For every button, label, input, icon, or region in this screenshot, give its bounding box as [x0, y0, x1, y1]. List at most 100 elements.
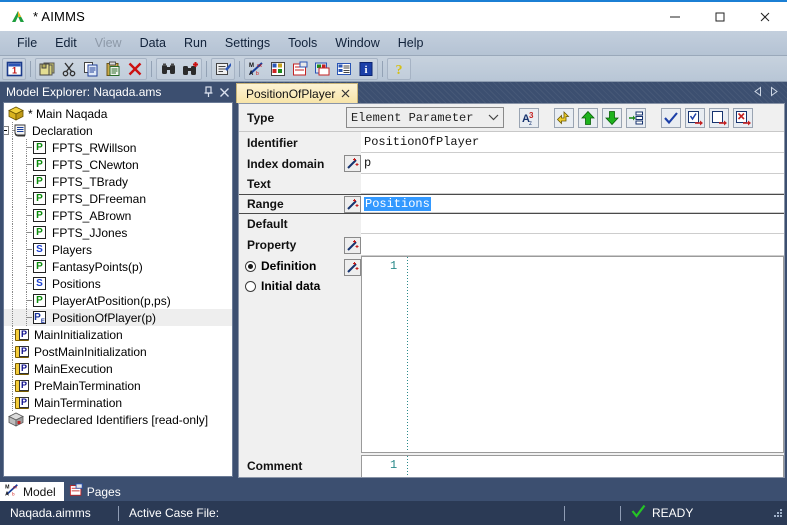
- tree-node[interactable]: S Positions: [4, 275, 232, 292]
- menu-file[interactable]: File: [8, 33, 46, 53]
- default-input[interactable]: [361, 214, 784, 234]
- tab-pages[interactable]: Pages: [64, 482, 129, 501]
- tree-node[interactable]: P FPTS_TBrady: [4, 173, 232, 190]
- insert-node-icon[interactable]: [626, 107, 646, 128]
- check-blue-icon[interactable]: [661, 107, 681, 128]
- attribute-form: Type Element Parameter A 3 z Identifier …: [238, 103, 785, 478]
- model-axes-icon[interactable]: M A cx b: [245, 59, 267, 79]
- tree-node[interactable]: P FantasyPoints(p): [4, 258, 232, 275]
- toolbar-separator: [239, 60, 240, 77]
- tree-indent: [4, 309, 32, 326]
- menu-tools[interactable]: Tools: [279, 33, 326, 53]
- toolbar-separator: [151, 60, 152, 77]
- page-manager-icon[interactable]: [289, 59, 311, 79]
- scissors-icon[interactable]: [58, 59, 80, 79]
- tree-node[interactable]: P PlayerAtPosition(p,ps): [4, 292, 232, 309]
- menu-window[interactable]: Window: [326, 33, 388, 53]
- close-icon[interactable]: [341, 87, 350, 101]
- tree-node[interactable]: MainExecution: [4, 360, 232, 377]
- template-manager-icon[interactable]: [311, 59, 333, 79]
- index-domain-wizard-button[interactable]: [344, 155, 361, 172]
- tree-indent: [4, 326, 17, 343]
- tree-indent: [4, 190, 32, 207]
- arrow-down-green-icon[interactable]: [602, 107, 622, 128]
- radio-definition[interactable]: Definition: [245, 256, 344, 276]
- triangle-right-icon[interactable]: [768, 86, 779, 100]
- parameter-p-icon: P: [32, 157, 48, 173]
- document-tab-positionofplayer[interactable]: PositionOfPlayer: [236, 83, 359, 103]
- model-tree[interactable]: * Main Naqada Declaration P FPTS_RWillson P F…: [3, 102, 233, 477]
- tree-node[interactable]: S Players: [4, 241, 232, 258]
- attribute-row-default: Default: [239, 214, 784, 234]
- tree-node[interactable]: Declaration: [4, 122, 232, 139]
- page-pen-icon[interactable]: [212, 59, 234, 79]
- tree-node[interactable]: P FPTS_ABrown: [4, 207, 232, 224]
- tree-node-label: PlayerAtPosition(p,ps): [52, 293, 171, 308]
- text-input[interactable]: [361, 174, 784, 194]
- copy-icon[interactable]: [80, 59, 102, 79]
- identifier-grid-icon[interactable]: [267, 59, 289, 79]
- menu-edit[interactable]: Edit: [46, 33, 86, 53]
- maximize-button[interactable]: [697, 2, 742, 31]
- tab-model[interactable]: M A cx b Model: [0, 482, 64, 501]
- definition-code-editor[interactable]: 1: [361, 256, 784, 453]
- question-help-icon[interactable]: ?: [388, 59, 410, 79]
- tree-node[interactable]: P FPTS_DFreeman: [4, 190, 232, 207]
- binoculars-plus-icon[interactable]: [179, 59, 201, 79]
- arrow-up-left-yellow-icon[interactable]: [554, 107, 574, 128]
- minimize-button[interactable]: [652, 2, 697, 31]
- page-export-icon[interactable]: [709, 107, 729, 128]
- svg-text:A: A: [5, 491, 9, 497]
- resize-grip-icon[interactable]: [772, 507, 784, 519]
- property-wizard-button[interactable]: [344, 236, 361, 254]
- menu-help[interactable]: Help: [389, 33, 433, 53]
- tree-node-label: PreMainTermination: [34, 378, 141, 393]
- menu-data[interactable]: Data: [131, 33, 175, 53]
- grey-box-icon: [8, 412, 24, 428]
- tree-node[interactable]: PostMainInitialization: [4, 343, 232, 360]
- status-bar: Naqada.aimms Active Case File: READY: [0, 501, 787, 525]
- tree-node[interactable]: * Main Naqada: [4, 105, 232, 122]
- tree-node[interactable]: Predeclared Identifiers [read-only]: [4, 411, 232, 428]
- cancel-export-icon[interactable]: [733, 107, 753, 128]
- property-input[interactable]: [361, 234, 784, 256]
- binoculars-icon[interactable]: [157, 59, 179, 79]
- arrow-up-green-icon[interactable]: [578, 107, 598, 128]
- type-dropdown[interactable]: Element Parameter: [346, 107, 504, 128]
- menu-run[interactable]: Run: [175, 33, 216, 53]
- tree-node[interactable]: PE PositionOfPlayer(p): [4, 309, 232, 326]
- tree-node[interactable]: MainInitialization: [4, 326, 232, 343]
- red-x-icon[interactable]: [124, 59, 146, 79]
- definition-wizard-button[interactable]: [344, 259, 361, 276]
- tree-expander-collapse[interactable]: [4, 126, 9, 135]
- status-ready: READY: [621, 501, 703, 525]
- close-icon[interactable]: [216, 84, 232, 100]
- paste-icon[interactable]: [102, 59, 124, 79]
- list-panel-icon[interactable]: [333, 59, 355, 79]
- radio-initial-data[interactable]: Initial data: [245, 276, 344, 296]
- tree-node[interactable]: P FPTS_CNewton: [4, 156, 232, 173]
- default-label: Default: [239, 214, 344, 234]
- status-project-file: Naqada.aimms: [10, 506, 91, 520]
- sort-az-icon[interactable]: A 3 z: [519, 107, 539, 128]
- calendar-one-icon[interactable]: 1: [3, 59, 25, 79]
- pin-icon[interactable]: [200, 84, 216, 100]
- copy-stack-icon[interactable]: [36, 59, 58, 79]
- check-export-icon[interactable]: [685, 107, 705, 128]
- close-button[interactable]: [742, 2, 787, 31]
- model-tree-body: * Main Naqada Declaration P FPTS_RWillson P F…: [4, 103, 232, 428]
- svg-text:cx: cx: [257, 63, 263, 69]
- range-wizard-button[interactable]: [344, 195, 361, 213]
- menu-settings[interactable]: Settings: [216, 33, 279, 53]
- tree-node[interactable]: P FPTS_JJones: [4, 224, 232, 241]
- index-domain-input[interactable]: p: [361, 153, 784, 174]
- triangle-left-icon[interactable]: [753, 86, 764, 100]
- comment-code-editor[interactable]: 1: [361, 455, 784, 477]
- tree-node[interactable]: P FPTS_RWillson: [4, 139, 232, 156]
- info-blue-icon[interactable]: i: [355, 59, 377, 79]
- status-spacer: [565, 501, 620, 525]
- tree-node[interactable]: MainTermination: [4, 394, 232, 411]
- range-input[interactable]: Positions: [361, 195, 784, 213]
- identifier-input[interactable]: PositionOfPlayer: [361, 132, 784, 153]
- tree-node[interactable]: PreMainTermination: [4, 377, 232, 394]
